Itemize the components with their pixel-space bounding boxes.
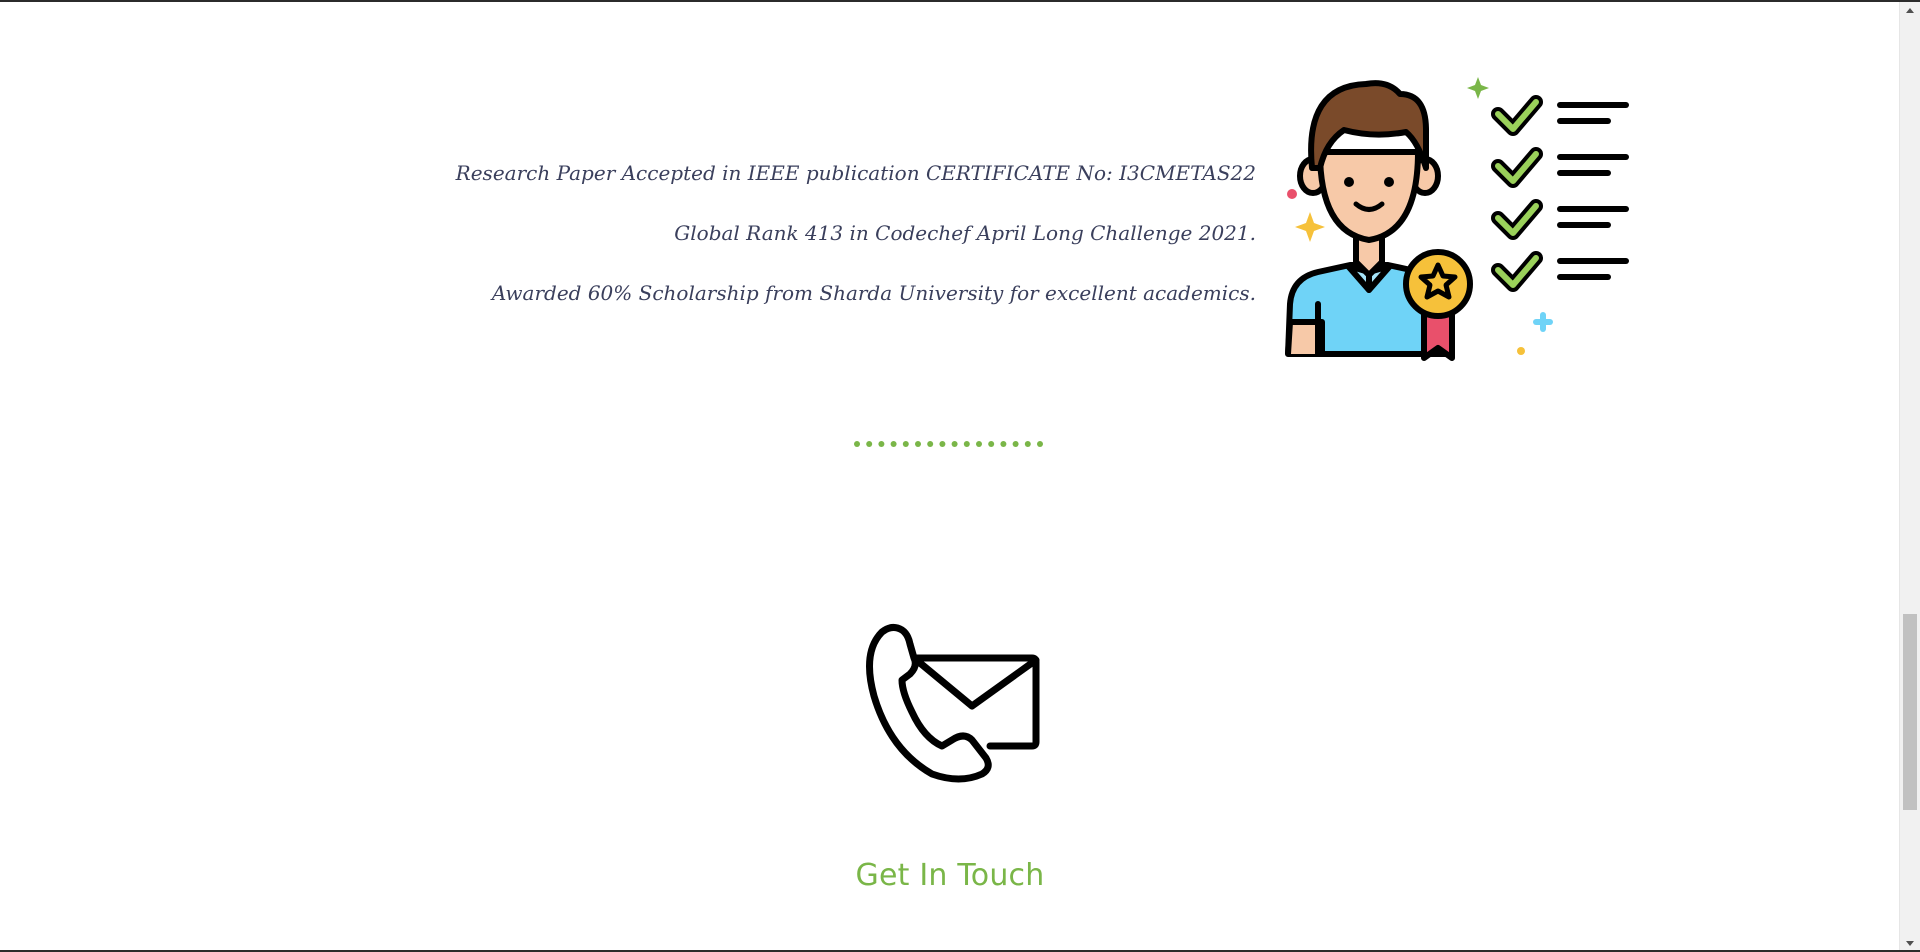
achievement-item-codechef: Global Rank 413 in Codechef April Long C… [674,221,1256,245]
divider-dot [1012,441,1019,447]
divider-dot [902,441,909,447]
page-viewport: Research Paper Accepted in IEEE publicat… [0,2,1900,952]
divider-dot [976,441,982,447]
achievement-item-scholarship: Awarded 60% Scholarship from Sharda Univ… [491,281,1256,305]
divider-dot [1037,441,1043,447]
divider-dot [1024,441,1031,447]
divider-dot [915,441,921,447]
divider-dot [939,441,946,447]
get-in-touch-heading: Get In Touch [855,858,1045,893]
divider-dot [866,441,873,447]
divider-dot [854,441,860,447]
medal-icon [1403,249,1473,319]
dot-icon [1517,347,1525,355]
divider-dot [951,441,958,447]
plus-icon [1533,312,1553,332]
divider-dot [878,441,885,447]
divider-dot [1000,441,1007,447]
divider-dot [890,441,897,447]
checklist-icon [1491,95,1629,292]
dotted-divider [854,441,1043,447]
phone-envelope-icon [866,623,1040,783]
dot-icon [1287,189,1297,199]
scroll-up-arrow-icon[interactable] [1906,8,1914,13]
vertical-scrollbar[interactable] [1899,2,1920,952]
divider-dot [927,441,934,447]
achievements-list: Research Paper Accepted in IEEE publicat… [436,159,1256,339]
achiever-illustration-icon [1285,77,1629,361]
sparkle-icon [1467,77,1489,99]
achievement-item-ieee: Research Paper Accepted in IEEE publicat… [455,161,1256,185]
scrollbar-thumb[interactable] [1903,614,1917,810]
scroll-down-arrow-icon[interactable] [1906,941,1914,946]
divider-dot [963,441,970,447]
sparkle-icon [1295,212,1325,242]
divider-dot [988,441,995,447]
